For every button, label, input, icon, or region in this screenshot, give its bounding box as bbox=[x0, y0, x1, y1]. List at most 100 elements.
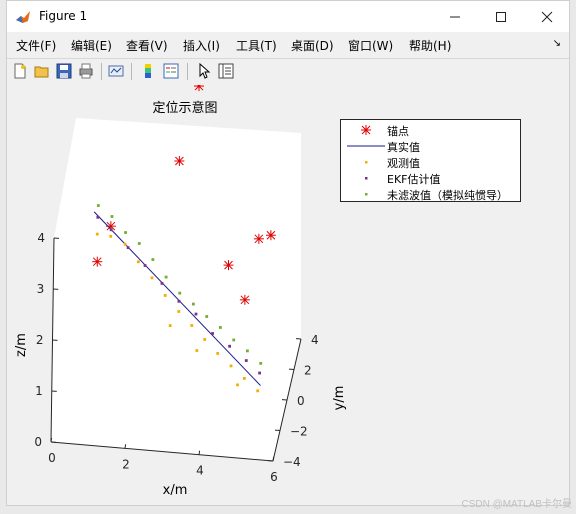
link-plot-icon bbox=[108, 65, 124, 77]
data-point bbox=[150, 276, 154, 280]
x-tick-mark bbox=[50, 437, 53, 443]
data-point bbox=[229, 364, 233, 368]
dot-icon bbox=[365, 177, 368, 180]
print-icon bbox=[79, 63, 93, 79]
toolbar-separator bbox=[131, 63, 132, 80]
insert-colorbar-button[interactable] bbox=[139, 62, 157, 80]
anchor-marker bbox=[92, 256, 103, 267]
x-tick-label: 6 bbox=[270, 470, 278, 484]
x-tick-mark bbox=[272, 456, 275, 462]
data-point bbox=[177, 310, 181, 313]
data-point bbox=[242, 376, 246, 380]
dot-icon bbox=[365, 161, 368, 164]
data-point bbox=[177, 299, 181, 303]
legend-item-ekf: EKF估计值 bbox=[341, 170, 520, 186]
data-point bbox=[195, 349, 199, 352]
toolbar-separator bbox=[187, 63, 188, 80]
minimize-button[interactable] bbox=[432, 1, 478, 32]
insert-legend-icon bbox=[163, 63, 179, 79]
link-plot-button[interactable] bbox=[107, 62, 125, 80]
data-point bbox=[124, 231, 127, 234]
select-arrow-icon bbox=[199, 63, 211, 79]
window-title: Figure 1 bbox=[39, 9, 88, 23]
insert-legend-button[interactable] bbox=[162, 62, 180, 80]
menu-bar: 文件(F) 编辑(E) 查看(V) 插入(I) 工具(T) 桌面(D) 窗口(W… bbox=[7, 34, 569, 56]
watermark: CSDN @MATLAB卡尔曼 bbox=[461, 499, 572, 510]
data-point bbox=[258, 371, 261, 375]
data-point bbox=[96, 215, 100, 219]
toolbar-separator bbox=[101, 63, 102, 80]
menu-help[interactable]: 帮助(H) bbox=[409, 37, 451, 54]
open-file-button[interactable] bbox=[33, 62, 51, 80]
save-button[interactable] bbox=[55, 62, 73, 80]
data-point bbox=[164, 275, 168, 279]
data-point bbox=[228, 344, 231, 348]
y-tick-label: −4 bbox=[283, 455, 301, 469]
data-point bbox=[163, 294, 167, 297]
legend[interactable]: 锚点 真实值 观测值 EKF估计值 未滤波值（模拟纯惯导） bbox=[340, 119, 521, 202]
select-arrow-button[interactable] bbox=[195, 62, 213, 80]
new-figure-button[interactable] bbox=[11, 62, 29, 80]
menu-overflow-icon[interactable]: ↘ bbox=[553, 38, 561, 49]
data-point bbox=[178, 291, 182, 295]
data-point bbox=[143, 264, 147, 267]
data-point bbox=[219, 326, 222, 329]
maximize-button[interactable] bbox=[478, 1, 524, 32]
data-point bbox=[244, 359, 248, 362]
line-icon bbox=[347, 145, 385, 147]
menu-desktop[interactable]: 桌面(D) bbox=[291, 37, 334, 54]
legend-label: 真实值 bbox=[387, 141, 420, 154]
figure-canvas[interactable]: 定位示意图 0 2 4 6 −4 −2 0 2 4 0 1 2 3 4 x/m z/m y/m 锚点 真实… bbox=[7, 85, 571, 506]
anchor-marker bbox=[265, 230, 276, 241]
dot-icon bbox=[365, 193, 368, 196]
data-point bbox=[126, 246, 130, 250]
data-point bbox=[109, 234, 113, 238]
data-point bbox=[110, 215, 114, 218]
data-point bbox=[205, 315, 209, 318]
property-inspector-icon bbox=[218, 63, 234, 79]
y-tick-label: −2 bbox=[290, 425, 308, 439]
matlab-icon bbox=[16, 11, 30, 23]
menu-view[interactable]: 查看(V) bbox=[126, 37, 168, 54]
x-tick-label: 0 bbox=[48, 451, 56, 465]
data-point bbox=[192, 302, 195, 306]
z-tick-label: 3 bbox=[37, 282, 45, 296]
anchor-marker bbox=[239, 294, 250, 305]
data-point bbox=[151, 258, 155, 261]
anchor-marker bbox=[194, 85, 204, 92]
anchor-marker bbox=[174, 156, 185, 166]
legend-item-true: 真实值 bbox=[341, 138, 520, 154]
x-tick-label: 4 bbox=[196, 464, 204, 478]
data-point bbox=[136, 260, 140, 264]
legend-label: 锚点 bbox=[387, 125, 409, 138]
data-point bbox=[203, 338, 207, 341]
menu-tools[interactable]: 工具(T) bbox=[236, 37, 277, 54]
data-point bbox=[137, 242, 141, 245]
data-point bbox=[123, 242, 127, 246]
y-tick-label: 2 bbox=[304, 364, 312, 378]
anchor-marker bbox=[253, 233, 264, 244]
menu-file[interactable]: 文件(F) bbox=[16, 37, 56, 54]
toolbar bbox=[7, 58, 569, 85]
menu-edit[interactable]: 编辑(E) bbox=[71, 37, 112, 54]
minimize-icon bbox=[450, 16, 460, 17]
menu-window[interactable]: 窗口(W) bbox=[348, 37, 393, 54]
close-button[interactable] bbox=[524, 1, 570, 32]
menu-insert[interactable]: 插入(I) bbox=[183, 37, 220, 54]
open-file-icon bbox=[34, 66, 49, 78]
data-point bbox=[246, 349, 249, 353]
z-tick-label: 2 bbox=[36, 333, 44, 347]
legend-label: 观测值 bbox=[387, 157, 420, 170]
insert-colorbar-icon bbox=[145, 64, 151, 78]
property-inspector-button[interactable] bbox=[217, 62, 235, 80]
data-point bbox=[109, 228, 113, 232]
save-icon bbox=[56, 63, 72, 79]
anchor-marker bbox=[223, 260, 234, 271]
title-bar[interactable]: Figure 1 bbox=[7, 1, 569, 32]
close-icon bbox=[541, 11, 553, 22]
y-tick-label: 4 bbox=[311, 333, 319, 347]
data-point bbox=[96, 204, 100, 207]
legend-label: EKF估计值 bbox=[387, 173, 441, 186]
legend-item-unfiltered: 未滤波值（模拟纯惯导） bbox=[341, 186, 520, 202]
print-button[interactable] bbox=[77, 62, 95, 80]
